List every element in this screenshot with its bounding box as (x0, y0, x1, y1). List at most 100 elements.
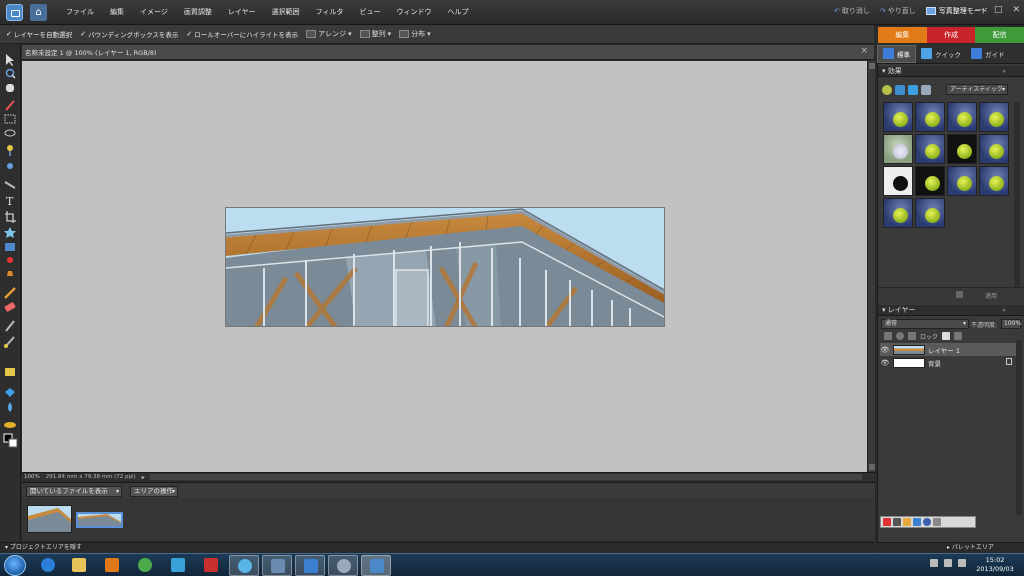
layers-scrollbar[interactable] (1016, 340, 1022, 515)
panel-expand-icon[interactable]: » (1002, 66, 1006, 77)
menu-edit[interactable]: 編集 (102, 0, 132, 25)
adjustment-layer-icon[interactable] (896, 332, 904, 340)
menu-window[interactable]: ウィンドウ (389, 0, 440, 25)
apply-effect-button[interactable]: 適用 (985, 291, 997, 300)
effect-thumbnail[interactable] (947, 134, 977, 164)
quick-selection-tool-icon[interactable] (7, 145, 13, 156)
layer-row[interactable]: 👁 背景 (880, 356, 1016, 369)
effect-thumbnail[interactable] (915, 166, 945, 196)
delete-layer-icon[interactable] (908, 332, 916, 340)
home-icon[interactable]: ⌂ (30, 4, 47, 21)
custom-shape-tool-icon[interactable] (8, 402, 12, 412)
opacity-input[interactable]: 100% (1001, 319, 1021, 329)
menu-layer[interactable]: レイヤー (220, 0, 264, 25)
help-icon[interactable] (923, 518, 931, 526)
hand-tool-icon[interactable] (6, 84, 14, 92)
flag-icon[interactable] (930, 559, 938, 567)
trash-icon[interactable] (956, 291, 963, 298)
eye-icon[interactable]: 👁 (880, 346, 890, 354)
all-effects-icon[interactable] (921, 85, 931, 95)
taskbar-app-browser[interactable] (328, 555, 358, 576)
effect-thumbnail[interactable] (915, 134, 945, 164)
taskbar-app-camera[interactable] (295, 555, 325, 576)
layer-styles-icon[interactable] (895, 85, 905, 95)
taskbar-app-green[interactable] (130, 555, 160, 576)
speaker-icon[interactable] (958, 559, 966, 567)
blur-tool-icon[interactable] (4, 422, 16, 428)
effects-scrollbar[interactable] (1014, 102, 1020, 287)
pencil-tool-icon[interactable] (4, 287, 16, 299)
taskbar-photoshop-elements[interactable] (361, 555, 391, 576)
straighten-tool-icon[interactable] (5, 243, 15, 251)
effect-thumbnail[interactable] (915, 198, 945, 228)
edit-mode-guided[interactable]: ガイド (966, 45, 1010, 63)
move-tool-icon[interactable] (6, 54, 14, 66)
taskbar-clock[interactable]: 15:02 2013/09/03 (972, 556, 1018, 574)
app-logo-icon[interactable] (6, 4, 23, 21)
effect-thumbnail[interactable] (883, 134, 913, 164)
taskbar-app-red[interactable] (196, 555, 226, 576)
close-document-icon[interactable]: × (860, 46, 868, 56)
bin-thumbnail-document[interactable] (76, 512, 123, 528)
auto-select-checkbox[interactable]: ✓ レイヤーを自動選択 (6, 29, 72, 39)
effects-panel-header[interactable]: ▾ 効果» (878, 66, 1024, 77)
gradient-tool-icon[interactable] (5, 388, 15, 397)
bin-thumbnail-photo[interactable] (27, 505, 72, 533)
cookie-cutter-tool-icon[interactable] (4, 227, 16, 238)
arrange-button[interactable]: アレンジ ▾ (306, 29, 352, 39)
distribute-button[interactable]: 分布 ▾ (399, 29, 431, 39)
paint-bucket-tool-icon[interactable] (5, 368, 15, 376)
ime-dictionary-icon[interactable] (903, 518, 911, 526)
layers-panel-header[interactable]: ▾ レイヤー» (878, 305, 1024, 316)
panel-expand-icon[interactable]: » (1002, 305, 1006, 316)
effects-category-select[interactable]: アーティスティック (946, 84, 1008, 95)
tab-edit[interactable]: 編集 (878, 27, 927, 43)
hide-project-bin-toggle[interactable]: ▾ プロジェクトエリアを隠す (0, 542, 874, 553)
menu-select[interactable]: 選択範囲 (264, 0, 308, 25)
zoom-tool-icon[interactable] (5, 68, 16, 79)
smart-brush-tool-icon[interactable] (4, 336, 15, 348)
effect-thumbnail[interactable] (979, 102, 1009, 132)
network-icon[interactable] (944, 559, 952, 567)
menu-help[interactable]: ヘルプ (440, 0, 477, 25)
document-image[interactable] (225, 207, 665, 327)
edit-mode-full[interactable]: 標準 (877, 44, 916, 63)
ime-tools-icon[interactable] (913, 518, 921, 526)
align-button[interactable]: 整列 ▾ (359, 29, 391, 39)
taskbar-app-blue[interactable] (163, 555, 193, 576)
filters-icon[interactable] (882, 85, 892, 95)
vertical-scrollbar[interactable] (867, 61, 875, 472)
effect-thumbnail[interactable] (883, 198, 913, 228)
zoom-level[interactable]: 100% (24, 474, 40, 480)
taskbar-ie[interactable] (33, 555, 63, 576)
recompose-tool-icon[interactable] (7, 257, 13, 263)
rollover-checkbox[interactable]: ✓ ロールオーバーにハイライトを表示 (186, 29, 298, 39)
new-layer-icon[interactable] (884, 332, 892, 340)
taskbar-app-s[interactable] (262, 555, 292, 576)
taskbar-app-itunes[interactable] (229, 555, 259, 576)
undo-button[interactable]: ↶ 取り消し (834, 6, 870, 16)
maximize-icon[interactable]: □ (994, 5, 1003, 15)
minimize-icon[interactable]: — (975, 5, 984, 15)
effect-thumbnail[interactable] (915, 102, 945, 132)
lock-all-icon[interactable] (954, 332, 963, 340)
ime-icon[interactable] (883, 518, 891, 526)
marquee-tool-icon[interactable] (4, 114, 16, 124)
photo-effects-icon[interactable] (908, 85, 918, 95)
status-menu-arrow-icon[interactable]: ▸ (142, 474, 145, 481)
horizontal-scrollbar[interactable] (150, 474, 862, 480)
red-eye-tool-icon[interactable] (7, 163, 13, 169)
brush-tool-icon[interactable] (5, 320, 15, 332)
bin-actions-select[interactable]: エリアの操作 (130, 486, 178, 497)
effect-thumbnail[interactable] (947, 102, 977, 132)
layer-row[interactable]: 👁 レイヤー 1 (880, 343, 1016, 356)
eyedropper-tool-icon[interactable] (5, 100, 15, 111)
menu-enhance[interactable]: 画質調整 (176, 0, 220, 25)
effect-thumbnail[interactable] (979, 134, 1009, 164)
tab-create[interactable]: 作成 (926, 27, 976, 43)
menu-image[interactable]: イメージ (132, 0, 176, 25)
eye-icon[interactable]: 👁 (880, 359, 890, 367)
ime-mode-icon[interactable] (893, 518, 901, 526)
menu-view[interactable]: ビュー (352, 0, 389, 25)
redo-button[interactable]: ↷ やり直し (880, 6, 916, 16)
